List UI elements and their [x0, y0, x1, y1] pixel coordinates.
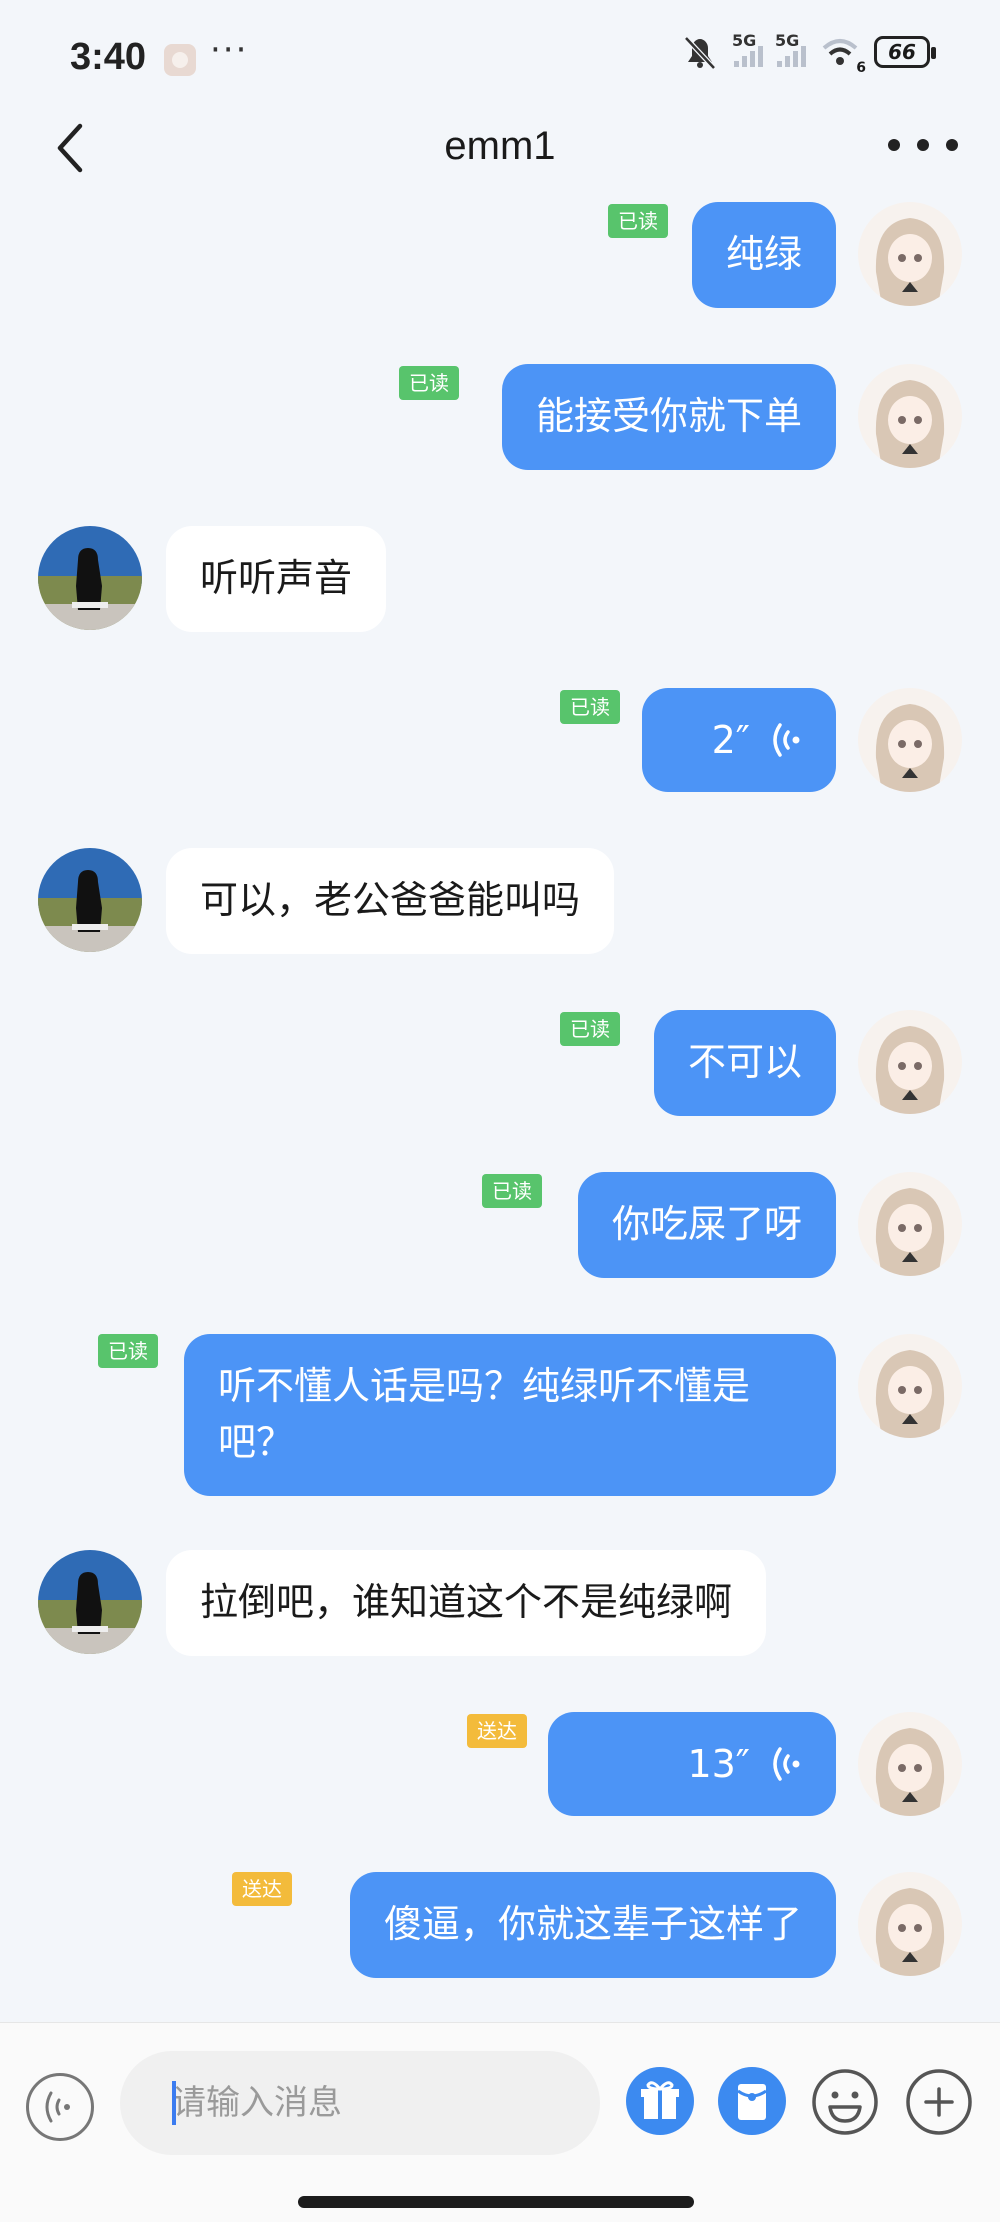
home-indicator[interactable]	[298, 2196, 694, 2208]
read-receipt-badge: 已读	[560, 1012, 620, 1046]
delivered-badge: 送达	[467, 1714, 527, 1748]
status-time: 3:40	[70, 36, 147, 78]
message-row-outgoing: 已读 不可以	[0, 1008, 1000, 1118]
message-row-outgoing: 已读 2″	[0, 686, 1000, 796]
text-cursor	[172, 2081, 176, 2125]
message-row-incoming: 听听声音	[0, 524, 1000, 634]
message-bubble[interactable]: 听不懂人话是吗？纯绿听不懂是吧？	[184, 1334, 836, 1496]
message-row-outgoing: 送达 13″	[0, 1710, 1000, 1820]
my-avatar[interactable]	[858, 1172, 962, 1276]
contact-avatar[interactable]	[38, 1550, 142, 1654]
more-options-button[interactable]	[888, 120, 958, 170]
my-avatar[interactable]	[858, 1334, 962, 1438]
my-avatar[interactable]	[858, 202, 962, 306]
message-bubble[interactable]: 可以，老公爸爸能叫吗	[166, 848, 615, 954]
red-packet-icon	[737, 2084, 767, 2120]
message-bubble[interactable]: 不可以	[653, 1010, 836, 1116]
read-receipt-badge: 已读	[560, 690, 620, 724]
voice-duration: 2″	[711, 718, 750, 762]
my-avatar[interactable]	[858, 364, 962, 468]
status-indicators: 5G 5G 6 66	[680, 31, 936, 76]
chat-header: emm1	[0, 110, 1000, 200]
delivered-badge: 送达	[232, 1872, 292, 1906]
my-avatar[interactable]	[858, 1872, 962, 1976]
read-receipt-badge: 已读	[608, 204, 668, 238]
wifi-label: 6	[856, 60, 866, 76]
message-input[interactable]: 请输入消息	[120, 2051, 600, 2155]
read-receipt-badge: 已读	[98, 1334, 158, 1368]
wifi-icon: 6	[820, 34, 866, 76]
network-type-label: 5G	[732, 31, 757, 50]
gift-icon	[641, 2081, 679, 2119]
voice-message-bubble[interactable]: 13″	[548, 1712, 836, 1816]
voice-wave-icon	[773, 1747, 800, 1781]
read-receipt-badge: 已读	[482, 1174, 542, 1208]
contact-avatar[interactable]	[38, 526, 142, 630]
more-input-button[interactable]	[904, 2067, 974, 2137]
message-bubble[interactable]: 纯绿	[691, 202, 836, 308]
voice-icon	[45, 2091, 70, 2123]
message-row-outgoing: 已读 你吃屎了呀	[0, 1170, 1000, 1280]
my-avatar[interactable]	[858, 1010, 962, 1114]
read-receipt-badge: 已读	[399, 366, 459, 400]
message-bubble[interactable]: 听听声音	[166, 526, 387, 632]
message-row-incoming: 可以，老公爸爸能叫吗	[0, 846, 1000, 956]
voice-input-button[interactable]	[26, 2073, 94, 2141]
message-row-outgoing: 已读 听不懂人话是吗？纯绿听不懂是吧？	[0, 1332, 1000, 1496]
voice-wave-icon	[773, 723, 800, 757]
status-bar: 3:40 ··· 5G 5G 6 66	[0, 0, 1000, 110]
my-avatar[interactable]	[858, 1712, 962, 1816]
message-row-incoming: 拉倒吧，谁知道这个不是纯绿啊	[0, 1548, 1000, 1658]
message-bubble[interactable]: 拉倒吧，谁知道这个不是纯绿啊	[166, 1550, 767, 1656]
chat-title: emm1	[444, 124, 556, 168]
dot-icon	[917, 139, 929, 151]
message-row-outgoing: 送达 傻逼，你就这辈子这样了	[0, 1870, 1000, 1980]
emoji-button[interactable]	[810, 2067, 880, 2137]
message-row-outgoing: 已读 纯绿	[0, 200, 1000, 310]
battery-level: 66	[888, 40, 916, 64]
message-input-placeholder: 请输入消息	[172, 2083, 342, 2123]
contact-avatar[interactable]	[38, 848, 142, 952]
gift-button[interactable]	[626, 2067, 694, 2135]
red-packet-button[interactable]	[718, 2067, 786, 2135]
battery-icon: 66	[874, 36, 936, 68]
voice-message-bubble[interactable]: 2″	[642, 688, 836, 792]
my-avatar[interactable]	[858, 688, 962, 792]
signal-icon: 5G	[775, 31, 806, 67]
message-input-bar: 请输入消息	[0, 2022, 1000, 2222]
message-bubble[interactable]: 傻逼，你就这辈子这样了	[349, 1872, 836, 1978]
signal-icon: 5G	[732, 31, 763, 67]
network-type-label: 5G	[775, 31, 800, 50]
message-row-outgoing: 已读 能接受你就下单	[0, 362, 1000, 472]
emoji-icon	[812, 2069, 878, 2135]
message-bubble[interactable]: 你吃屎了呀	[577, 1172, 836, 1278]
voice-duration: 13″	[687, 1742, 750, 1786]
dot-icon	[888, 139, 900, 151]
app-notification-icon	[164, 44, 196, 76]
back-button[interactable]	[50, 118, 100, 178]
status-more-icon: ···	[210, 30, 249, 70]
dot-icon	[946, 139, 958, 151]
plus-icon	[906, 2069, 972, 2135]
message-bubble[interactable]: 能接受你就下单	[501, 364, 836, 470]
chevron-left-icon	[57, 123, 83, 173]
bell-muted-icon	[684, 36, 716, 70]
